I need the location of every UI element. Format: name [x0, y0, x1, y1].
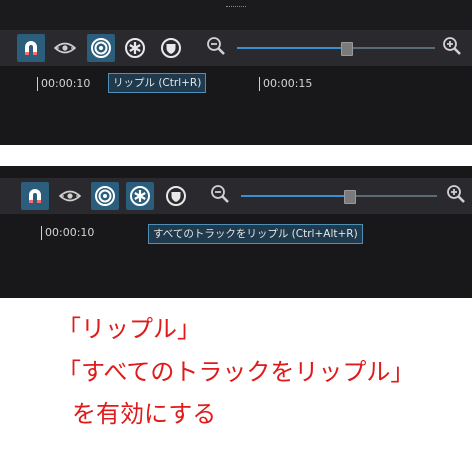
- caption-line-3: を有効にする: [72, 400, 217, 428]
- eye-icon: [59, 190, 81, 202]
- preview-eye-button[interactable]: [56, 182, 84, 210]
- timeline-panel-ripple: 00:00:10 00:00:15 リップル (Ctrl+R): [0, 0, 472, 145]
- ripple-all-icon: [130, 186, 150, 206]
- caption-line-1: 「リップル」: [57, 315, 201, 343]
- ripple-button[interactable]: [91, 182, 119, 210]
- magnet-icon: [29, 189, 41, 203]
- timeline-toolbar: [0, 178, 472, 214]
- ripple-all-icon: [125, 38, 145, 58]
- ripple-all-tooltip: すべてのトラックをリップル (Ctrl+Alt+R): [148, 224, 363, 244]
- zoom-slider-fill: [241, 195, 349, 197]
- zoom-slider-track[interactable]: [237, 47, 435, 49]
- snap-magnet-button[interactable]: [21, 182, 49, 210]
- shield-icon: [166, 186, 186, 206]
- zoom-slider-thumb[interactable]: [343, 190, 356, 204]
- zoom-out-icon[interactable]: [210, 184, 232, 206]
- timecode-tick: 00:00:10: [37, 77, 90, 91]
- ripple-target-icon: [95, 186, 115, 206]
- panel-top-strip: [0, 0, 472, 30]
- ripple-all-tracks-button[interactable]: [126, 182, 154, 210]
- eye-icon: [54, 42, 76, 54]
- ripple-tooltip: リップル (Ctrl+R): [108, 73, 207, 93]
- resize-grip[interactable]: [226, 6, 246, 9]
- snap-magnet-button[interactable]: [17, 34, 45, 62]
- timeline-panel-ripple-all: 00:00:10 すべてのトラックをリップル (Ctrl+Alt+R): [0, 166, 472, 298]
- ripple-button[interactable]: [87, 34, 115, 62]
- timecode-tick: 00:00:10: [41, 226, 94, 240]
- caption-line-2: 「すべてのトラックをリップル」: [57, 358, 415, 386]
- timeline-toolbar: [0, 30, 472, 66]
- ripple-all-tracks-button[interactable]: [121, 34, 149, 62]
- magnet-icon: [25, 41, 37, 55]
- zoom-in-icon[interactable]: [446, 184, 468, 206]
- preview-eye-button[interactable]: [51, 34, 79, 62]
- zoom-out-icon[interactable]: [206, 36, 228, 58]
- ripple-target-icon: [91, 38, 111, 58]
- shield-icon: [161, 38, 181, 58]
- zoom-in-icon[interactable]: [442, 36, 464, 58]
- zoom-slider-fill: [237, 47, 346, 49]
- zoom-slider-thumb[interactable]: [340, 42, 353, 56]
- lock-shield-button[interactable]: [157, 34, 185, 62]
- zoom-slider-track[interactable]: [241, 195, 437, 197]
- lock-shield-button[interactable]: [162, 182, 190, 210]
- timecode-tick: 00:00:15: [259, 77, 312, 91]
